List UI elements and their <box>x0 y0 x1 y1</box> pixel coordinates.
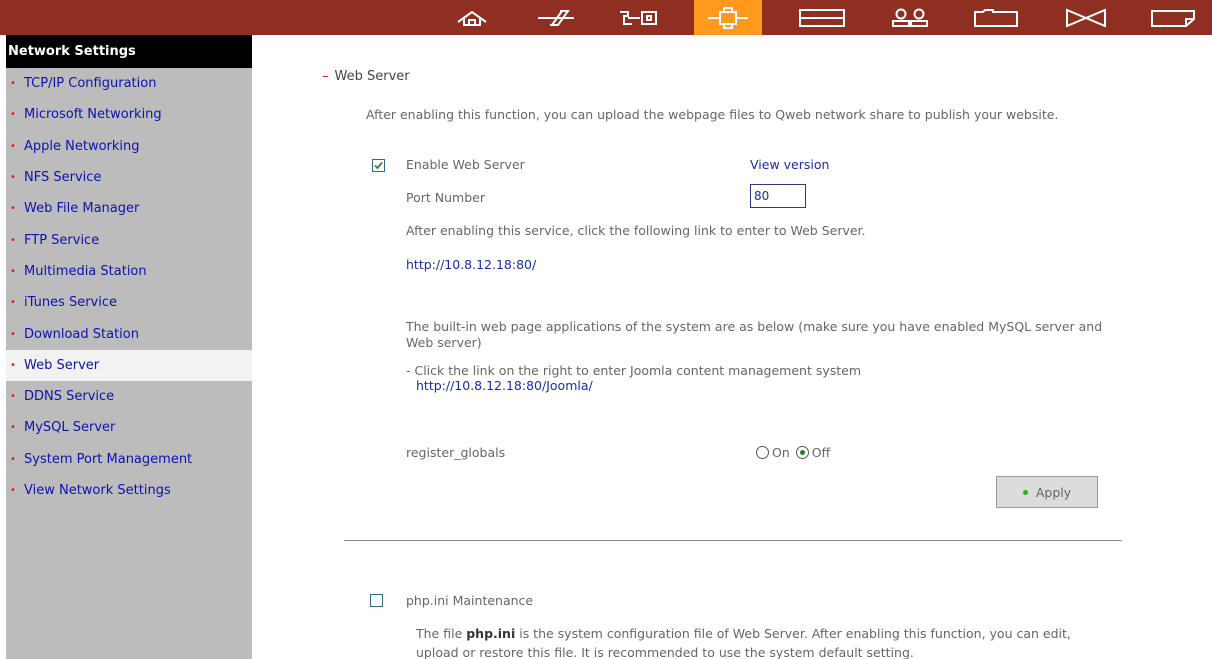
sidebar-item-label: TCP/IP Configuration <box>24 76 157 92</box>
apply-button-label: Apply <box>1035 484 1072 500</box>
view-version-link[interactable]: View version <box>750 157 829 172</box>
sidebar-item[interactable]: • FTP Service <box>6 224 252 255</box>
enable-web-server-label: Enable Web Server <box>406 157 525 172</box>
bullet-icon: • <box>10 234 16 246</box>
bullet-icon: • <box>10 78 16 90</box>
sidebar-item-label: Microsoft Networking <box>24 107 162 123</box>
check-icon <box>374 161 383 170</box>
bullet-icon: • <box>10 422 16 434</box>
main-content: – Web Server After enabling this function… <box>252 35 1212 659</box>
phpini-checkbox[interactable] <box>370 594 383 607</box>
joomla-note: - Click the link on the right to enter J… <box>406 363 862 378</box>
sidebar-item-label: Apple Networking <box>24 138 140 154</box>
bullet-icon: • <box>10 453 16 465</box>
sidebar-item[interactable]: • DDNS Service <box>6 381 252 412</box>
sidebar-item[interactable]: • Microsoft Networking <box>6 99 252 130</box>
sidebar-item-label: FTP Service <box>24 232 100 248</box>
sidebar-item-label: MySQL Server <box>24 420 116 436</box>
sidebar-item-label: View Network Settings <box>24 483 171 498</box>
section-title-text: Web Server <box>334 69 410 84</box>
apply-button[interactable]: Apply <box>996 476 1098 508</box>
sidebar-item[interactable]: • NFS Service <box>6 162 252 193</box>
port-number-input[interactable] <box>750 184 806 208</box>
web-server-link[interactable]: http://10.8.12.18:80/ <box>406 257 536 272</box>
phpini-desc-text: is the system configuration file of Web … <box>416 626 1071 659</box>
sidebar-item[interactable]: • Multimedia Station <box>6 256 252 287</box>
sidebar-item-label: iTunes Service <box>24 295 118 311</box>
checkbox-box[interactable] <box>370 594 383 607</box>
collapse-icon[interactable]: – <box>322 69 329 84</box>
joomla-link[interactable]: http://10.8.12.18:80/Joomla/ <box>416 378 593 393</box>
bullet-icon: • <box>10 391 16 403</box>
sidebar-menu: • TCP/IP Configuration • Microsoft Networki… <box>6 68 252 506</box>
radio-selected-dot <box>799 450 805 455</box>
radio-on[interactable] <box>756 446 769 459</box>
radio-on-label: On <box>772 445 790 460</box>
sidebar-item-label: Multimedia Station <box>24 263 147 279</box>
sidebar-item[interactable]: • View Network Settings <box>6 475 252 506</box>
enable-web-server-checkbox[interactable] <box>372 159 385 172</box>
sidebar-item[interactable]: • TCP/IP Configuration <box>6 68 252 99</box>
bullet-icon: • <box>10 485 16 496</box>
section-description: After enabling this function, you can up… <box>366 107 1059 122</box>
bullet-icon: • <box>10 109 16 121</box>
radio-off[interactable] <box>795 446 809 459</box>
bullet-icon: • <box>10 359 16 371</box>
sidebar-item-label: DDNS Service <box>24 389 115 405</box>
phpini-filename: php.ini <box>466 626 516 641</box>
bullet-icon: • <box>10 140 16 152</box>
phpini-label: php.ini Maintenance <box>406 593 534 608</box>
top-toolbar <box>0 0 1212 35</box>
sidebar-title: Network Settings <box>6 35 252 68</box>
phpini-desc-prefix: The file <box>416 626 467 641</box>
home-icon[interactable] <box>448 2 496 33</box>
sidebar-item-label: Web Server <box>24 357 100 373</box>
sidebar-item-label: Download Station <box>24 326 139 342</box>
radio-off-label: Off <box>811 445 831 460</box>
system-admin-icon[interactable] <box>608 2 668 33</box>
register-globals-radio-group: On Off <box>756 445 830 460</box>
backup-icon[interactable] <box>1142 2 1204 33</box>
sidebar-item[interactable]: • System Port Management <box>6 444 252 475</box>
port-number-label: Port Number <box>406 190 485 205</box>
sidebar-item[interactable]: • iTunes Service <box>6 287 252 318</box>
section-title[interactable]: – Web Server <box>322 69 410 84</box>
sidebar-item[interactable]: • Web File Manager <box>6 193 252 224</box>
section-divider <box>344 540 1122 541</box>
disk-icon[interactable] <box>790 2 854 33</box>
sidebar-item[interactable]: • MySQL Server <box>6 412 252 443</box>
bullet-icon: • <box>10 172 16 184</box>
enter-hint-text: After enabling this service, click the f… <box>406 223 866 238</box>
quick-config-icon[interactable] <box>526 2 586 33</box>
checkbox-box[interactable] <box>372 159 385 172</box>
sidebar-item-label: NFS Service <box>24 170 102 186</box>
sidebar-item[interactable]: • Download Station <box>6 318 252 349</box>
users-icon[interactable] <box>880 2 940 33</box>
sidebar-item-label: Web File Manager <box>24 201 140 217</box>
bullet-icon: • <box>10 328 16 340</box>
sidebar: Network Settings • TCP/IP Configuration • M… <box>0 35 252 659</box>
apps-note: The built-in web page applications of th… <box>406 319 1103 350</box>
network-icon[interactable] <box>694 0 762 35</box>
sidebar-item[interactable]: • Apple Networking <box>6 131 252 162</box>
bullet-icon: • <box>10 265 16 277</box>
apply-dot-icon <box>1022 489 1028 495</box>
phpini-description: The file php.ini is the system configura… <box>416 624 1096 659</box>
applications-icon[interactable] <box>1056 2 1116 33</box>
share-icon[interactable] <box>966 2 1026 33</box>
bullet-icon: • <box>10 297 16 309</box>
register-globals-label: register_globals <box>406 445 506 460</box>
sidebar-item-label: System Port Management <box>24 451 193 467</box>
sidebar-item[interactable]: • Web Server <box>6 349 252 381</box>
bullet-icon: • <box>10 203 16 215</box>
